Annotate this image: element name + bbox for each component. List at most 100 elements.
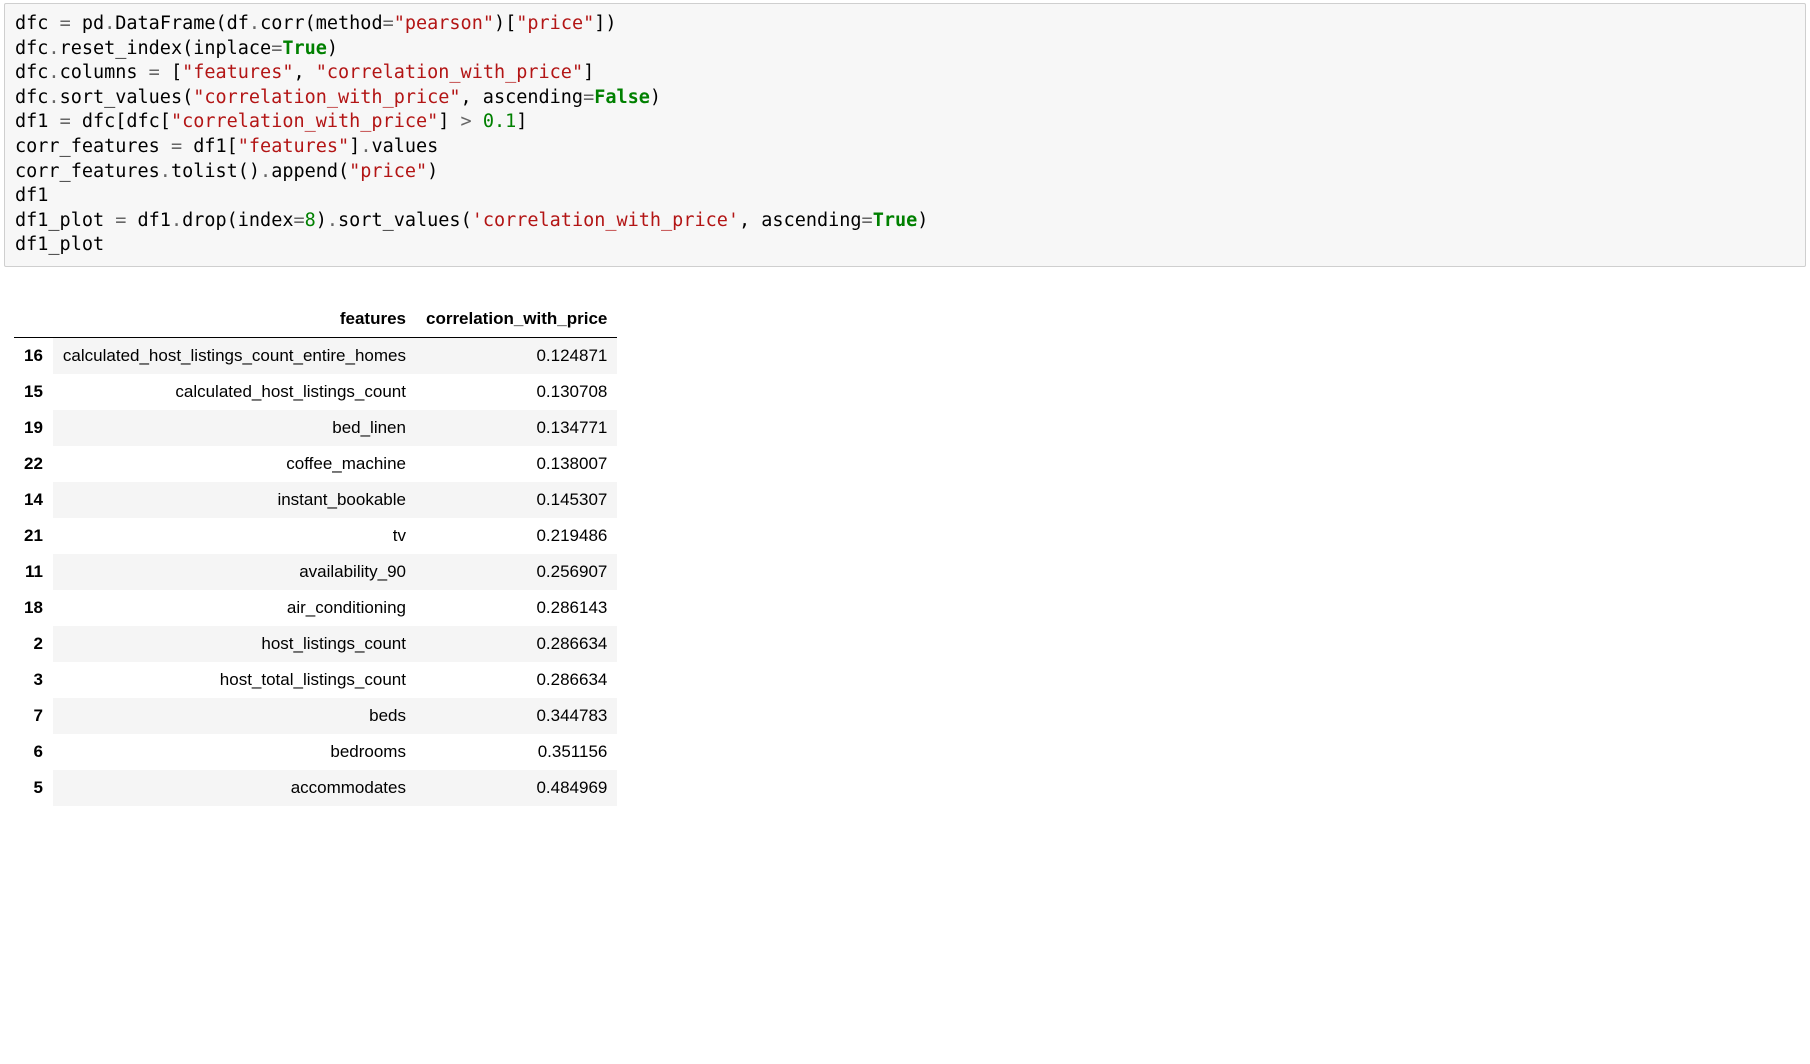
code-token: = [171,136,182,157]
cell-correlation: 0.286634 [416,662,617,698]
code-token: ) [327,38,338,59]
code-token: . [48,87,59,108]
cell-correlation: 0.124871 [416,337,617,374]
code-token: = [293,210,304,231]
code-token: pd [71,13,104,34]
cell-correlation: 0.219486 [416,518,617,554]
code-token: = [862,210,873,231]
cell-correlation: 0.344783 [416,698,617,734]
code-token: reset_index(inplace [60,38,272,59]
code-token: sort_values( [338,210,472,231]
cell-features: bedrooms [53,734,416,770]
row-index: 14 [14,482,53,518]
code-token: df1[ [182,136,238,157]
code-token: "price" [516,13,594,34]
code-token: "pearson" [394,13,494,34]
code-token: df1_plot [15,234,104,255]
output-area: features correlation_with_price 16calcul… [14,301,1810,806]
cell-correlation: 0.138007 [416,446,617,482]
code-token: tolist() [171,161,260,182]
row-index: 3 [14,662,53,698]
header-features: features [53,301,416,338]
code-token: = [149,62,160,83]
code-token: corr(method [260,13,383,34]
code-token: = [583,87,594,108]
code-token: drop(index [182,210,293,231]
cell-features: beds [53,698,416,734]
code-token: ]) [594,13,616,34]
cell-correlation: 0.130708 [416,374,617,410]
code-token: . [48,38,59,59]
code-token: ] [438,111,460,132]
table-row: 15calculated_host_listings_count0.130708 [14,374,617,410]
code-token: ] [583,62,594,83]
table-row: 21tv0.219486 [14,518,617,554]
cell-correlation: 0.484969 [416,770,617,806]
row-index: 16 [14,337,53,374]
row-index: 19 [14,410,53,446]
code-token: df1_plot [15,210,115,231]
cell-correlation: 0.351156 [416,734,617,770]
code-token: "price" [349,161,427,182]
code-token: ] [349,136,360,157]
code-token: . [360,136,371,157]
code-token: "features" [238,136,349,157]
code-token: "correlation_with_price" [193,87,460,108]
cell-features: accommodates [53,770,416,806]
row-index: 11 [14,554,53,590]
code-token: ) [650,87,661,108]
cell-features: calculated_host_listings_count [53,374,416,410]
table-row: 5accommodates0.484969 [14,770,617,806]
row-index: 7 [14,698,53,734]
cell-correlation: 0.134771 [416,410,617,446]
code-cell[interactable]: dfc = pd.DataFrame(df.corr(method="pears… [4,3,1806,267]
table-header: features correlation_with_price [14,301,617,338]
table-row: 11availability_900.256907 [14,554,617,590]
code-token: corr_features [15,136,171,157]
cell-features: tv [53,518,416,554]
code-token: dfc[dfc[ [71,111,171,132]
code-token: sort_values( [60,87,194,108]
header-correlation: correlation_with_price [416,301,617,338]
code-token: df1 [15,185,48,206]
code-token [472,111,483,132]
code-token: = [271,38,282,59]
code-token: = [60,111,71,132]
row-index: 22 [14,446,53,482]
table-row: 14instant_bookable0.145307 [14,482,617,518]
table-row: 6bedrooms0.351156 [14,734,617,770]
code-token: )[ [494,13,516,34]
code-token: dfc [15,13,60,34]
code-token: DataFrame(df [115,13,249,34]
code-token: df1 [126,210,171,231]
code-token: "correlation_with_price" [316,62,583,83]
code-token: ) [917,210,928,231]
table-body: 16calculated_host_listings_count_entire_… [14,337,617,806]
code-token: append( [271,161,349,182]
cell-correlation: 0.286143 [416,590,617,626]
table-row: 3host_total_listings_count0.286634 [14,662,617,698]
code-token: . [160,161,171,182]
code-token: ) [316,210,327,231]
row-index: 2 [14,626,53,662]
code-token: . [260,161,271,182]
cell-features: host_total_listings_count [53,662,416,698]
cell-features: instant_bookable [53,482,416,518]
code-token: corr_features [15,161,160,182]
cell-features: bed_linen [53,410,416,446]
row-index: 21 [14,518,53,554]
table-row: 22coffee_machine0.138007 [14,446,617,482]
code-token: dfc [15,87,48,108]
code-token: 8 [305,210,316,231]
code-token: . [249,13,260,34]
cell-features: coffee_machine [53,446,416,482]
code-token: , ascending [739,210,862,231]
row-index: 15 [14,374,53,410]
table-row: 2host_listings_count0.286634 [14,626,617,662]
code-token: True [873,210,918,231]
code-token: ) [427,161,438,182]
header-index-blank [14,301,53,338]
row-index: 5 [14,770,53,806]
code-token: > [461,111,472,132]
table-row: 7beds0.344783 [14,698,617,734]
